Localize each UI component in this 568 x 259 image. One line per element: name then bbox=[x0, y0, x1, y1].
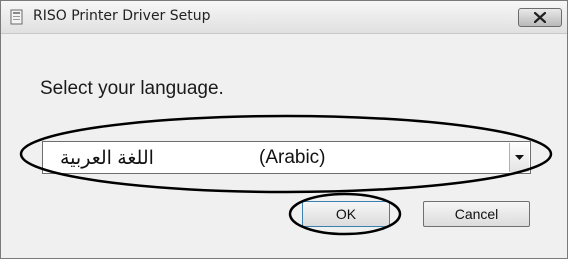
language-select[interactable]: اللغة العربية (Arabic) bbox=[42, 141, 531, 174]
language-english-name: (Arabic) bbox=[259, 147, 326, 168]
chevron-down-icon bbox=[515, 155, 524, 160]
language-prompt: Select your language. bbox=[40, 78, 224, 99]
close-icon bbox=[534, 12, 546, 23]
close-button[interactable] bbox=[518, 8, 562, 27]
cancel-button[interactable]: Cancel bbox=[423, 201, 530, 227]
language-native-name: اللغة العربية bbox=[60, 148, 154, 169]
ok-button[interactable]: OK bbox=[302, 201, 390, 227]
title-bar: RISO Printer Driver Setup bbox=[1, 1, 567, 34]
setup-dialog: RISO Printer Driver Setup Select your la… bbox=[0, 0, 568, 259]
dropdown-button[interactable] bbox=[509, 143, 529, 172]
window-title: RISO Printer Driver Setup bbox=[33, 8, 211, 24]
language-select-value: اللغة العربية (Arabic) bbox=[43, 142, 509, 173]
setup-icon bbox=[10, 9, 24, 25]
